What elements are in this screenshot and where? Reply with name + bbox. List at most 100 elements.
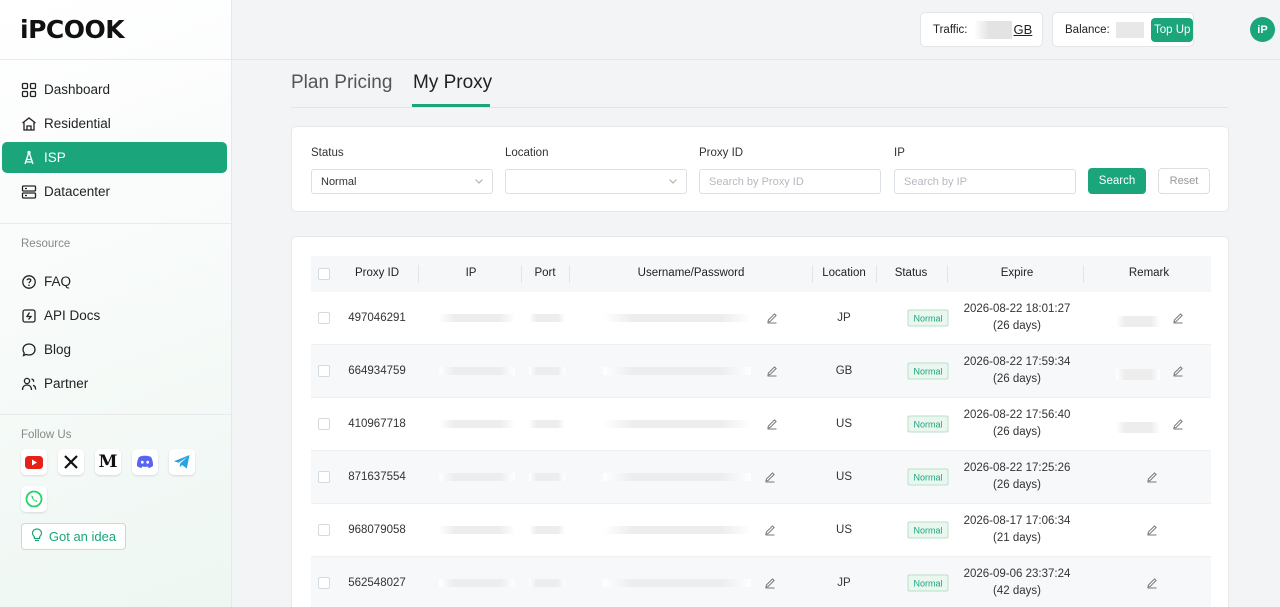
datacenter-icon bbox=[20, 183, 37, 200]
table-header: Proxy ID IP Port Username/Password Locat… bbox=[311, 256, 1211, 292]
status-select-value: Normal bbox=[321, 175, 357, 188]
credentials-cell-redacted bbox=[603, 367, 751, 375]
ip-input[interactable]: Search by IP bbox=[894, 169, 1076, 194]
tab-my-proxy[interactable]: My Proxy bbox=[413, 72, 492, 94]
port-cell-redacted bbox=[529, 473, 565, 481]
tab-plan-pricing[interactable]: Plan Pricing bbox=[291, 72, 392, 94]
proxy-id-input[interactable]: Search by Proxy ID bbox=[699, 169, 881, 194]
sidebar-item-blog[interactable]: Blog bbox=[2, 334, 227, 365]
expire-days-remaining: (21 days) bbox=[993, 532, 1041, 544]
ip-cell-redacted bbox=[439, 367, 515, 375]
column-header-location[interactable]: Location bbox=[822, 267, 865, 279]
column-header-status[interactable]: Status bbox=[895, 267, 928, 279]
status-badge: Normal bbox=[907, 309, 949, 327]
balance-label: Balance: bbox=[1065, 23, 1110, 36]
logo-text: iPCOOK bbox=[20, 14, 125, 44]
sidebar-item-residential[interactable]: Residential bbox=[2, 108, 227, 139]
table-row: 664934759 GB Normal 2026-08-22 17:59:34 (26 … bbox=[311, 345, 1211, 398]
row-checkbox[interactable] bbox=[318, 365, 330, 377]
table-row: 562548027 JP Normal 2026-09-06 23:37:24 (42 … bbox=[311, 557, 1211, 607]
sidebar-item-datacenter[interactable]: Datacenter bbox=[2, 176, 227, 207]
whatsapp-icon[interactable] bbox=[21, 486, 47, 512]
column-header-remark[interactable]: Remark bbox=[1129, 267, 1169, 279]
sidebar-item-label: Partner bbox=[44, 376, 89, 391]
edit-remark-icon[interactable] bbox=[1172, 418, 1184, 430]
ip-cell-redacted bbox=[439, 579, 515, 587]
row-checkbox[interactable] bbox=[318, 577, 330, 589]
edit-credentials-icon[interactable] bbox=[764, 471, 776, 483]
status-badge: Normal bbox=[907, 362, 949, 380]
got-an-idea-label: Got an idea bbox=[48, 529, 117, 544]
expire-datetime: 2026-09-06 23:37:24 bbox=[963, 568, 1071, 580]
row-checkbox[interactable] bbox=[318, 418, 330, 430]
port-cell-redacted bbox=[529, 367, 565, 375]
reset-button[interactable]: Reset bbox=[1158, 168, 1210, 194]
row-checkbox[interactable] bbox=[318, 312, 330, 324]
edit-credentials-icon[interactable] bbox=[766, 312, 778, 324]
discord-icon[interactable] bbox=[132, 449, 158, 475]
column-header-proxy-id[interactable]: Proxy ID bbox=[355, 267, 399, 279]
balance-value-redacted bbox=[1115, 21, 1145, 38]
edit-credentials-icon[interactable] bbox=[766, 365, 778, 377]
got-an-idea-button[interactable]: Got an idea bbox=[21, 523, 126, 550]
status-badge: Normal bbox=[907, 574, 949, 592]
avatar[interactable]: iP bbox=[1250, 17, 1275, 42]
x-icon[interactable] bbox=[58, 449, 84, 475]
traffic-label: Traffic: bbox=[933, 23, 968, 36]
youtube-icon[interactable] bbox=[21, 449, 47, 475]
row-checkbox[interactable] bbox=[318, 524, 330, 536]
select-all-checkbox[interactable] bbox=[318, 268, 330, 280]
location-select[interactable] bbox=[505, 169, 687, 194]
logo[interactable]: iPCOOK bbox=[20, 14, 125, 44]
edit-credentials-icon[interactable] bbox=[764, 524, 776, 536]
edit-credentials-icon[interactable] bbox=[766, 418, 778, 430]
column-header-username-password[interactable]: Username/Password bbox=[638, 267, 745, 279]
credentials-cell-redacted bbox=[603, 473, 751, 481]
ip-cell-redacted bbox=[439, 526, 515, 534]
expire-datetime: 2026-08-22 17:59:34 bbox=[963, 356, 1071, 368]
ip-cell-redacted bbox=[439, 314, 515, 322]
sidebar-item-faq[interactable]: FAQ bbox=[2, 266, 227, 297]
traffic-unit[interactable]: GB bbox=[1014, 22, 1033, 37]
sidebar-item-api-docs[interactable]: API Docs bbox=[2, 300, 227, 331]
credentials-cell-redacted bbox=[603, 314, 751, 322]
sidebar-item-isp[interactable]: ISP bbox=[2, 142, 227, 173]
location-cell: JP bbox=[837, 312, 851, 324]
column-header-port[interactable]: Port bbox=[534, 267, 555, 279]
edit-remark-icon[interactable] bbox=[1172, 365, 1184, 377]
expire-datetime: 2026-08-22 18:01:27 bbox=[963, 303, 1071, 315]
expire-cell: 2026-09-06 23:37:24 (42 days) bbox=[964, 566, 1071, 600]
table-row: 497046291 JP Normal 2026-08-22 18:01:27 (26 … bbox=[311, 292, 1211, 345]
status-filter-label: Status bbox=[311, 147, 344, 159]
top-up-button[interactable]: Top Up bbox=[1151, 17, 1193, 42]
search-button[interactable]: Search bbox=[1088, 168, 1146, 194]
resource-nav: FAQ API Docs Blog Partner bbox=[0, 266, 231, 402]
column-header-ip[interactable]: IP bbox=[466, 267, 477, 279]
edit-remark-icon[interactable] bbox=[1146, 524, 1158, 536]
edit-credentials-icon[interactable] bbox=[764, 577, 776, 589]
expire-datetime: 2026-08-17 17:06:34 bbox=[963, 515, 1071, 527]
port-cell-redacted bbox=[529, 526, 565, 534]
location-cell: US bbox=[836, 418, 852, 430]
medium-icon[interactable]: M bbox=[95, 449, 121, 475]
edit-remark-icon[interactable] bbox=[1146, 471, 1158, 483]
expire-days-remaining: (26 days) bbox=[993, 426, 1041, 438]
isp-icon bbox=[20, 149, 37, 166]
sidebar-item-label: FAQ bbox=[44, 274, 72, 289]
proxy-table: Proxy ID IP Port Username/Password Locat… bbox=[291, 236, 1229, 607]
sidebar-item-partner[interactable]: Partner bbox=[2, 368, 227, 399]
remark-cell-redacted bbox=[1116, 316, 1160, 327]
column-header-expire[interactable]: Expire bbox=[1001, 267, 1034, 279]
telegram-icon[interactable] bbox=[169, 449, 195, 475]
table-row: 871637554 US Normal 2026-08-22 17:25:26 (26 … bbox=[311, 451, 1211, 504]
remark-cell-redacted bbox=[1116, 369, 1160, 380]
table-row: 968079058 US Normal 2026-08-17 17:06:34 (21 … bbox=[311, 504, 1211, 557]
row-checkbox[interactable] bbox=[318, 471, 330, 483]
status-select[interactable]: Normal bbox=[311, 169, 493, 194]
edit-remark-icon[interactable] bbox=[1146, 577, 1158, 589]
sidebar-item-dashboard[interactable]: Dashboard bbox=[2, 74, 227, 105]
edit-remark-icon[interactable] bbox=[1172, 312, 1184, 324]
expire-days-remaining: (42 days) bbox=[993, 585, 1041, 597]
top-bar: Traffic: GB Balance: Top Up iP bbox=[232, 0, 1280, 60]
expire-cell: 2026-08-22 17:25:26 (26 days) bbox=[964, 460, 1071, 494]
